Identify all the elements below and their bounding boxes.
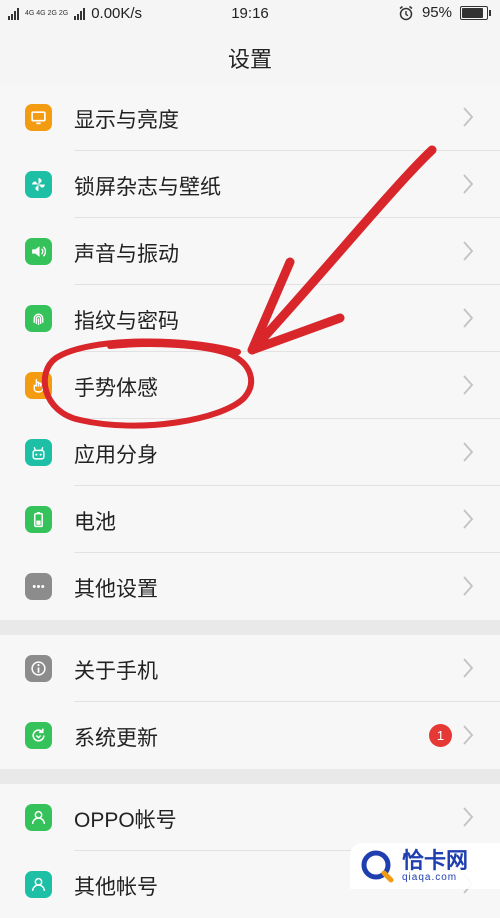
info-icon [25, 655, 52, 682]
settings-item-label: OPPO帐号 [74, 809, 177, 832]
chevron-right-icon [463, 174, 474, 194]
chevron-right-icon [463, 576, 474, 596]
battery-status-icon [460, 5, 491, 20]
users-icon [25, 871, 52, 898]
settings-item-oppo-account[interactable]: OPPO帐号 [0, 784, 500, 851]
chevron-right-icon [463, 509, 474, 529]
update-icon [25, 722, 52, 749]
settings-item-battery[interactable]: 电池 [0, 486, 500, 553]
page-header: 设置 [0, 28, 500, 85]
battery-percent: 95% [421, 4, 452, 21]
settings-item-label: 手势体感 [74, 377, 158, 400]
fingerprint-icon [25, 305, 52, 332]
chevron-right-icon [463, 107, 474, 127]
settings-item-label: 关于手机 [74, 660, 158, 683]
chevron-right-icon [463, 241, 474, 261]
settings-group-system: 关于手机 系统更新 1 [0, 635, 500, 769]
speaker-icon [25, 238, 52, 265]
watermark-subtitle: qiaqa.com [402, 871, 458, 883]
hand-gesture-icon [25, 372, 52, 399]
chevron-right-icon [463, 725, 474, 745]
chevron-right-icon [463, 308, 474, 328]
chevron-right-icon [463, 658, 474, 678]
settings-item-gesture[interactable]: 手势体感 [0, 352, 500, 419]
settings-group-device: 显示与亮度 锁屏杂志与壁纸 声音与振动 指纹与密码 手势体感 应用分身 电池 其… [0, 84, 500, 620]
settings-item-fingerprint[interactable]: 指纹与密码 [0, 285, 500, 352]
settings-item-label: 应用分身 [74, 444, 158, 467]
settings-item-other-settings[interactable]: 其他设置 [0, 553, 500, 620]
settings-item-system-update[interactable]: 系统更新 1 [0, 702, 500, 769]
settings-item-display[interactable]: 显示与亮度 [0, 84, 500, 151]
settings-item-label: 声音与振动 [74, 243, 179, 266]
chevron-right-icon [463, 807, 474, 827]
settings-item-label: 电池 [74, 511, 116, 534]
settings-item-label: 指纹与密码 [74, 310, 179, 333]
watermark-logo-icon [361, 850, 394, 883]
pinwheel-icon [25, 171, 52, 198]
settings-item-label: 其他帐号 [74, 876, 158, 899]
section-gap [0, 620, 500, 635]
settings-item-sound[interactable]: 声音与振动 [0, 218, 500, 285]
user-icon [25, 804, 52, 831]
page-title: 设置 [227, 47, 272, 72]
settings-item-label: 其他设置 [74, 578, 158, 601]
watermark-title: 恰卡网 [402, 847, 469, 873]
settings-item-lockscreen[interactable]: 锁屏杂志与壁纸 [0, 151, 500, 218]
watermark: 恰卡网 qiaqa.com [350, 843, 500, 889]
settings-item-about-phone[interactable]: 关于手机 [0, 635, 500, 702]
more-dots-icon [25, 573, 52, 600]
settings-item-label: 系统更新 [74, 727, 158, 750]
chevron-right-icon [463, 375, 474, 395]
settings-item-label: 显示与亮度 [74, 109, 179, 132]
display-icon [25, 104, 52, 131]
alarm-icon [399, 5, 413, 20]
settings-item-app-clone[interactable]: 应用分身 [0, 419, 500, 486]
update-count-badge: 1 [429, 724, 452, 747]
battery-icon [25, 506, 52, 533]
app-clone-icon [25, 439, 52, 466]
chevron-right-icon [463, 442, 474, 462]
battery-fill [462, 7, 483, 18]
settings-item-label: 锁屏杂志与壁纸 [74, 176, 221, 199]
status-bar: 4G 4G 2G 2G 0.00K/s 19:16 95% [0, 0, 500, 28]
section-gap [0, 769, 500, 784]
